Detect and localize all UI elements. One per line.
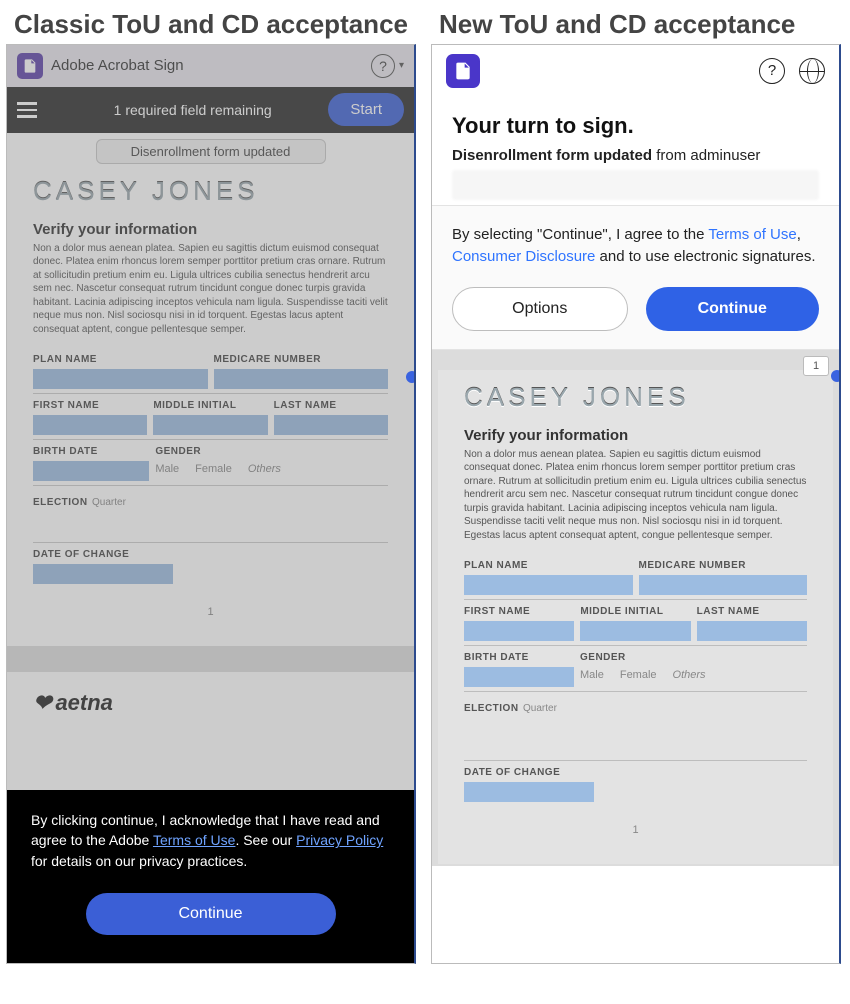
classic-subbar: 1 required field remaining Start [7, 87, 414, 133]
input-plan-name[interactable] [33, 369, 208, 389]
page-indicator: 1 [803, 356, 829, 376]
new-heading: New ToU and CD acceptance [425, 0, 850, 44]
classic-phone: Adobe Acrobat Sign ? ▾ 1 required field … [6, 44, 416, 964]
aetna-logo: aetna [7, 672, 414, 734]
new-consent-panel: By selecting "Continue", I agree to the … [432, 206, 839, 350]
input-date-of-change[interactable] [33, 564, 173, 584]
options-button[interactable]: Options [452, 287, 628, 331]
consumer-disclosure-link[interactable]: Consumer Disclosure [452, 248, 595, 265]
gender-others[interactable]: Others [248, 463, 281, 475]
redacted-email [452, 170, 819, 200]
gender-female[interactable]: Female [620, 669, 657, 681]
input-plan-name[interactable] [464, 575, 633, 595]
new-topbar: ? [432, 45, 839, 97]
label-first-name: FIRST NAME [33, 400, 147, 411]
input-last-name[interactable] [274, 415, 388, 435]
chevron-down-icon[interactable]: ▾ [399, 60, 404, 71]
input-middle-initial[interactable] [153, 415, 267, 435]
gender-male[interactable]: Male [155, 463, 179, 475]
app-name: Adobe Acrobat Sign [51, 57, 184, 74]
from-user: adminuser [690, 147, 760, 164]
classic-heading: Classic ToU and CD acceptance [0, 0, 425, 44]
new-phone: ? Your turn to sign. Disenrollment form … [431, 44, 841, 964]
fields-remaining: 1 required field remaining [57, 102, 328, 118]
lorem-text: Non a dolor mus aenean platea. Sapien eu… [33, 242, 388, 337]
label-gender: GENDER [580, 652, 807, 663]
globe-icon[interactable] [799, 58, 825, 84]
input-first-name[interactable] [33, 415, 147, 435]
classic-consent-footer: By clicking continue, I acknowledge that… [7, 790, 414, 963]
gender-male[interactable]: Male [580, 669, 604, 681]
input-date-of-change[interactable] [464, 782, 594, 802]
page-number: 1 [464, 824, 807, 836]
label-election: ELECTION [33, 497, 88, 508]
verify-heading: Verify your information [33, 221, 388, 238]
doc-name: Disenrollment form updated [452, 147, 652, 164]
divider [7, 646, 414, 672]
label-birth-date: BIRTH DATE [464, 652, 574, 663]
gender-others[interactable]: Others [673, 669, 706, 681]
label-date-of-change: DATE OF CHANGE [33, 549, 173, 560]
continue-button[interactable]: Continue [86, 893, 336, 935]
help-icon[interactable]: ? [371, 54, 395, 78]
label-plan-name: PLAN NAME [464, 560, 633, 571]
adobe-sign-logo-icon [17, 53, 43, 79]
input-last-name[interactable] [697, 621, 807, 641]
side-dot [831, 370, 841, 382]
label-medicare: MEDICARE NUMBER [639, 560, 808, 571]
adobe-sign-logo-icon [446, 54, 480, 88]
lorem-text: Non a dolor mus aenean platea. Sapien eu… [464, 448, 807, 543]
label-gender: GENDER [155, 446, 388, 457]
document-area: CASEY JONES Verify your information Non … [7, 164, 414, 647]
input-medicare[interactable] [639, 575, 808, 595]
label-last-name: LAST NAME [697, 606, 807, 617]
label-plan-name: PLAN NAME [33, 354, 208, 365]
doc-title-chip: Disenrollment form updated [96, 139, 326, 164]
label-date-of-change: DATE OF CHANGE [464, 767, 594, 778]
casey-logo: CASEY JONES [464, 382, 807, 413]
start-button[interactable]: Start [328, 93, 404, 126]
turn-to-sign-card: Your turn to sign. Disenrollment form up… [432, 97, 839, 206]
input-birth-date[interactable] [33, 461, 149, 481]
side-dot [406, 371, 416, 383]
election-value: Quarter [92, 497, 126, 508]
continue-button[interactable]: Continue [646, 287, 820, 331]
input-medicare[interactable] [214, 369, 389, 389]
label-last-name: LAST NAME [274, 400, 388, 411]
document-scroll-area: 1 CASEY JONES Verify your information No… [432, 350, 839, 867]
input-birth-date[interactable] [464, 667, 574, 687]
casey-logo: CASEY JONES [33, 176, 388, 207]
label-middle-initial: MIDDLE INITIAL [580, 606, 690, 617]
input-middle-initial[interactable] [580, 621, 690, 641]
page-number: 1 [33, 606, 388, 618]
terms-of-use-link[interactable]: Terms of Use [708, 226, 796, 243]
label-middle-initial: MIDDLE INITIAL [153, 400, 267, 411]
privacy-policy-link[interactable]: Privacy Policy [296, 832, 383, 848]
label-medicare: MEDICARE NUMBER [214, 354, 389, 365]
your-turn-title: Your turn to sign. [452, 113, 819, 139]
gender-female[interactable]: Female [195, 463, 232, 475]
input-first-name[interactable] [464, 621, 574, 641]
help-icon[interactable]: ? [759, 58, 785, 84]
terms-of-use-link[interactable]: Terms of Use [153, 832, 235, 848]
label-election: ELECTION [464, 703, 519, 714]
verify-heading: Verify your information [464, 427, 807, 444]
label-birth-date: BIRTH DATE [33, 446, 149, 457]
menu-icon[interactable] [17, 102, 37, 118]
label-first-name: FIRST NAME [464, 606, 574, 617]
classic-topbar: Adobe Acrobat Sign ? ▾ [7, 45, 414, 87]
election-value: Quarter [523, 703, 557, 714]
